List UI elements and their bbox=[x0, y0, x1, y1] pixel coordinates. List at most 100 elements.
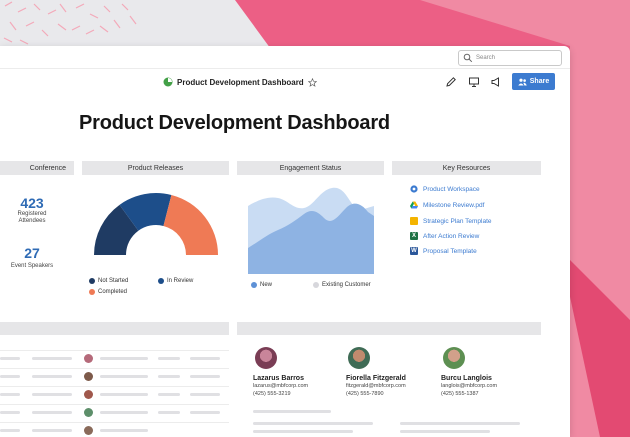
people-icon bbox=[518, 78, 527, 85]
table-divider bbox=[0, 422, 229, 423]
page-title: Product Development Dashboard bbox=[79, 112, 390, 134]
announce-icon[interactable] bbox=[490, 76, 502, 88]
avatar bbox=[84, 354, 93, 363]
avatar bbox=[348, 347, 370, 369]
stat-attendees-value: 423 bbox=[20, 195, 44, 211]
stat-attendees-label: Registered Attendees bbox=[2, 211, 62, 225]
present-icon[interactable] bbox=[468, 76, 480, 88]
table-divider bbox=[0, 350, 229, 351]
stat-label-line: Registered bbox=[17, 211, 47, 217]
legend-dot bbox=[89, 278, 95, 284]
text-placeholder bbox=[400, 430, 490, 433]
legend-dot bbox=[89, 289, 95, 295]
search-icon bbox=[463, 53, 473, 63]
avatar bbox=[84, 390, 93, 399]
resource-product-workspace[interactable]: Product Workspace bbox=[410, 184, 480, 194]
legend-label: Not Started bbox=[98, 278, 129, 284]
resource-label: Strategic Plan Template bbox=[423, 217, 492, 225]
contact-card[interactable]: Lazarus Barros lazarus@mbfcorp.com (425)… bbox=[253, 347, 343, 398]
resource-label: Milestone Review.pdf bbox=[423, 201, 485, 209]
table-cell bbox=[100, 411, 148, 414]
resource-milestone-review[interactable]: Milestone Review.pdf bbox=[410, 200, 484, 210]
table-divider bbox=[0, 386, 229, 387]
contact-name: Burcu Langlois bbox=[441, 375, 492, 382]
table-cell bbox=[100, 375, 148, 378]
window-title: Product Development Dashboard bbox=[163, 75, 317, 89]
table-cell bbox=[158, 393, 180, 396]
top-bar: Search bbox=[0, 46, 570, 69]
slides-icon bbox=[410, 217, 418, 225]
resource-proposal-template[interactable]: W Proposal Template bbox=[410, 246, 477, 256]
legend-label: In Review bbox=[167, 278, 194, 284]
table-cell bbox=[32, 411, 72, 414]
contact-phone: (425) 555-1387 bbox=[441, 391, 479, 397]
section-header-contacts bbox=[237, 322, 541, 335]
table-cell bbox=[32, 393, 72, 396]
section-title: Engagement Status bbox=[279, 164, 342, 172]
section-header-table bbox=[0, 322, 229, 335]
share-button[interactable]: Share bbox=[512, 73, 555, 90]
legend-item-existing-customer: Existing Customer bbox=[313, 282, 371, 288]
legend-label: Existing Customer bbox=[322, 282, 371, 288]
table-cell bbox=[158, 357, 180, 360]
text-placeholder bbox=[400, 422, 520, 425]
resource-label: Product Workspace bbox=[423, 185, 480, 193]
legend-item-new: New bbox=[251, 282, 272, 288]
contact-card[interactable]: Fiorella Fitzgerald fitzgerald@mbfcorp.c… bbox=[346, 347, 436, 398]
star-icon[interactable] bbox=[307, 77, 317, 87]
table-cell bbox=[190, 393, 220, 396]
contact-email: lazarus@mbfcorp.com bbox=[253, 383, 309, 389]
legend-item-not-started: Not Started bbox=[89, 278, 128, 284]
avatar bbox=[84, 426, 93, 435]
table-cell bbox=[32, 429, 72, 432]
drive-icon bbox=[410, 201, 418, 209]
table-cell bbox=[0, 393, 20, 396]
product-releases-chart bbox=[94, 193, 218, 255]
excel-icon: X bbox=[410, 232, 418, 240]
contact-name: Lazarus Barros bbox=[253, 375, 304, 382]
resource-label: After Action Review bbox=[423, 232, 480, 240]
section-title: Key Resources bbox=[442, 164, 491, 172]
contact-card[interactable]: Burcu Langlois langlois@mbfcorp.com (425… bbox=[441, 347, 531, 398]
legend-item-in-review: In Review bbox=[158, 278, 193, 284]
text-placeholder bbox=[253, 430, 353, 433]
table-cell bbox=[0, 411, 20, 414]
table-cell bbox=[100, 357, 148, 360]
avatar bbox=[84, 408, 93, 417]
table-divider bbox=[0, 368, 229, 369]
section-header-resources: Key Resources bbox=[392, 161, 541, 175]
resource-after-action-review[interactable]: X After Action Review bbox=[410, 231, 479, 241]
table-cell bbox=[0, 357, 20, 360]
legend-item-completed: Completed bbox=[89, 289, 127, 295]
contact-email: langlois@mbfcorp.com bbox=[441, 383, 498, 389]
section-title: Product Releases bbox=[127, 164, 184, 172]
table-cell bbox=[32, 375, 72, 378]
donut-segment-completed bbox=[163, 194, 218, 255]
stat-label-line: Attendees bbox=[18, 218, 46, 224]
table-cell bbox=[190, 375, 220, 378]
section-header-conference: Conference bbox=[0, 161, 74, 175]
edit-icon[interactable] bbox=[445, 76, 457, 88]
table-cell bbox=[158, 411, 180, 414]
table-cell bbox=[190, 357, 220, 360]
table-cell bbox=[0, 429, 20, 432]
contact-email: fitzgerald@mbfcorp.com bbox=[346, 383, 406, 389]
section-header-product-releases: Product Releases bbox=[82, 161, 229, 175]
app-window: Search Product Development Dashboard Sha… bbox=[0, 46, 570, 437]
contact-phone: (425) 555-7890 bbox=[346, 391, 384, 397]
window-title-text: Product Development Dashboard bbox=[177, 77, 304, 87]
table-cell bbox=[100, 393, 148, 396]
table-cell bbox=[0, 375, 20, 378]
resource-strategic-plan-template[interactable]: Strategic Plan Template bbox=[410, 216, 492, 226]
table-divider bbox=[0, 404, 229, 405]
share-label: Share bbox=[529, 78, 550, 85]
text-placeholder bbox=[253, 410, 331, 413]
avatar bbox=[255, 347, 277, 369]
contact-phone: (425) 555-3219 bbox=[253, 391, 291, 397]
search-input[interactable]: Search bbox=[458, 50, 562, 66]
table-cell bbox=[158, 375, 180, 378]
workspace-icon bbox=[410, 185, 418, 193]
legend-dot bbox=[313, 282, 319, 288]
table-cell bbox=[32, 357, 72, 360]
section-title: Conference bbox=[29, 164, 66, 172]
